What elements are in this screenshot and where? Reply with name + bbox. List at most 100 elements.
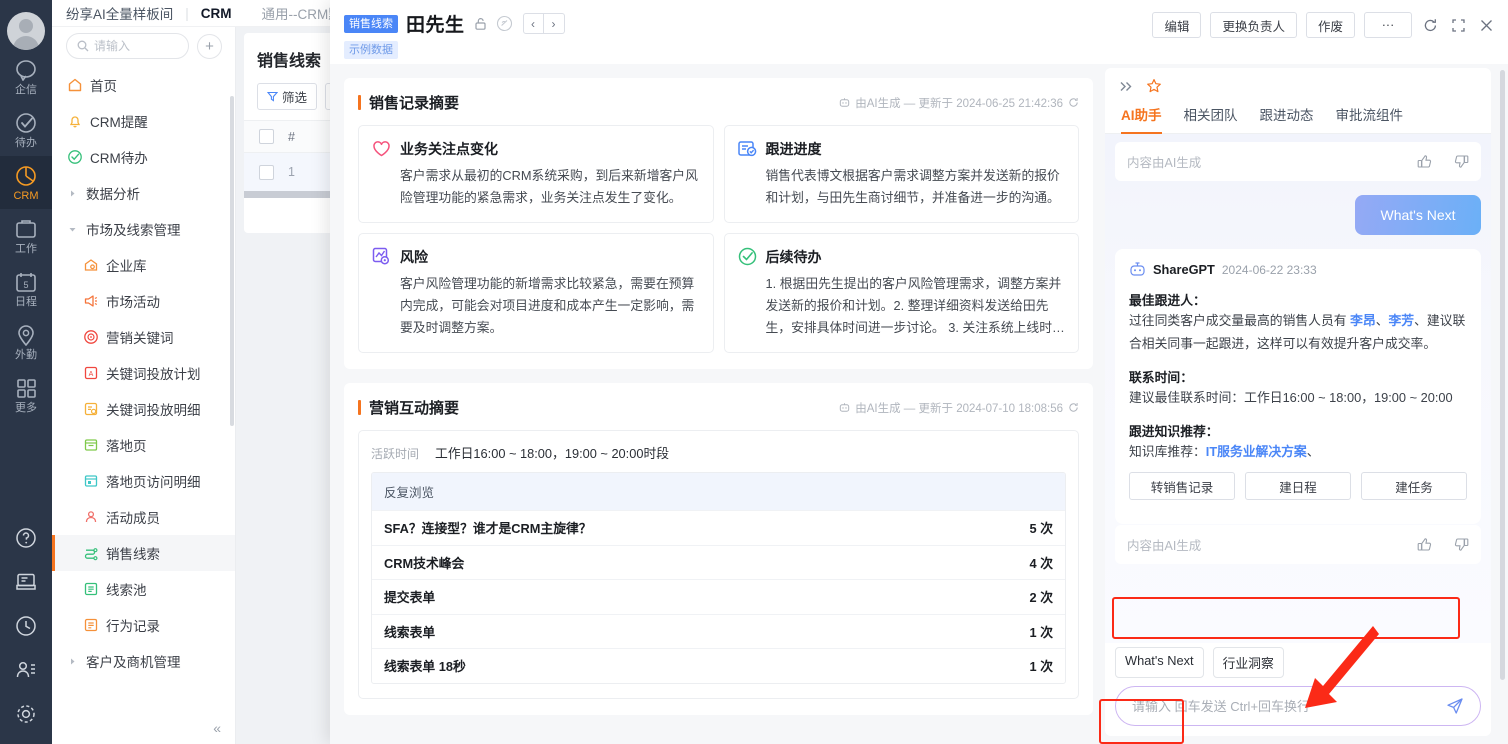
- nav-scrollbar[interactable]: [230, 96, 234, 426]
- record-nav-arrows: ‹ ›: [523, 13, 565, 34]
- rail-item-field[interactable]: 外勤: [0, 315, 52, 368]
- send-icon[interactable]: [1446, 697, 1464, 715]
- sidebar-item-crm-todo[interactable]: CRM待办: [52, 139, 235, 175]
- object-type-tag: 销售线索: [344, 15, 398, 33]
- sidebar-item-keyword-plan[interactable]: A 关键词投放计划: [52, 355, 235, 391]
- refresh-icon[interactable]: [1068, 97, 1079, 108]
- modal-title-group: 销售线索 田先生 ‹ › 示例数据: [344, 10, 565, 59]
- sidebar-item-crm-remind[interactable]: CRM提醒: [52, 103, 235, 139]
- keyword-plan-icon: A: [82, 365, 99, 382]
- crm-pie-icon: [0, 165, 52, 187]
- rail-item-more[interactable]: 更多: [0, 368, 52, 421]
- close-icon[interactable]: [1477, 18, 1496, 33]
- sample-data-tag: 示例数据: [344, 41, 398, 59]
- lead-icon: [82, 545, 99, 562]
- search-box[interactable]: [66, 33, 189, 59]
- create-task-button[interactable]: 建任务: [1361, 472, 1467, 500]
- rail-item-qixin[interactable]: 企信: [0, 50, 52, 103]
- history-icon[interactable]: [0, 604, 52, 648]
- text-suffix: 、: [1307, 444, 1320, 459]
- collapse-sidebar-button[interactable]: «: [213, 720, 221, 736]
- tab-ai-assistant[interactable]: AI助手: [1121, 104, 1162, 133]
- knowledge-link[interactable]: IT服务业解决方案: [1206, 444, 1307, 459]
- sidebar-item-home[interactable]: 首页: [52, 67, 235, 103]
- settings-icon[interactable]: [0, 692, 52, 736]
- search-input[interactable]: [94, 39, 178, 53]
- sidebar-item-label: 活动成员: [106, 507, 160, 527]
- feedback-icon[interactable]: [0, 560, 52, 604]
- avatar[interactable]: [7, 12, 45, 50]
- pin-star-icon[interactable]: [1146, 78, 1162, 94]
- rail-item-crm[interactable]: CRM: [0, 156, 52, 209]
- sidebar-item-activity-members[interactable]: 活动成员: [52, 499, 235, 535]
- sidebar-item-label: 企业库: [106, 255, 147, 275]
- select-all-checkbox[interactable]: [244, 129, 288, 144]
- ai-conversation-scroll[interactable]: 内容由AI生成 What's Next: [1105, 134, 1491, 643]
- rail-item-work[interactable]: 工作: [0, 209, 52, 262]
- tab-followup-feed[interactable]: 跟进动态: [1260, 104, 1314, 133]
- row-index: 1: [288, 165, 328, 179]
- sidebar-item-label: 市场及线索管理: [86, 219, 181, 239]
- expand-icon[interactable]: [1449, 18, 1468, 33]
- contacts-icon[interactable]: [0, 648, 52, 692]
- chip-whats-next[interactable]: What's Next: [1115, 647, 1204, 678]
- help-icon[interactable]: [0, 516, 52, 560]
- double-chevron-right-icon[interactable]: [1119, 80, 1134, 93]
- modal-right-column: AI助手 相关团队 跟进动态 审批流组件 内容由AI生成: [1105, 64, 1508, 744]
- sidebar-item-lead-pool[interactable]: 线索池: [52, 571, 235, 607]
- convert-to-sales-record-button[interactable]: 转销售记录: [1129, 472, 1235, 500]
- next-record-button[interactable]: ›: [544, 13, 565, 34]
- edit-button[interactable]: 编辑: [1152, 12, 1201, 38]
- thumbs-down-icon[interactable]: [1454, 154, 1469, 169]
- rail-item-todo[interactable]: 待办: [0, 103, 52, 156]
- thumbs-up-icon[interactable]: [1417, 154, 1432, 169]
- row-count: 4 次: [1030, 553, 1053, 572]
- unlock-icon[interactable]: [473, 16, 488, 31]
- refresh-icon[interactable]: [1068, 402, 1079, 413]
- tab-related-team[interactable]: 相关团队: [1184, 104, 1238, 133]
- filter-button[interactable]: 筛选: [257, 83, 317, 110]
- column-header-index: #: [288, 130, 328, 144]
- sidebar-item-behavior-record[interactable]: 行为记录: [52, 607, 235, 643]
- tag-icon[interactable]: [496, 15, 513, 32]
- nav-search-row: +: [52, 27, 235, 67]
- sidebar-item-data-analysis[interactable]: 数据分析: [52, 175, 235, 211]
- active-time-label: 活跃时间: [371, 445, 419, 462]
- sidebar-item-landing-page[interactable]: 落地页: [52, 427, 235, 463]
- rail-item-label: 日程: [15, 296, 37, 308]
- more-actions-button[interactable]: ···: [1364, 12, 1412, 38]
- person-link[interactable]: 李芳: [1389, 313, 1415, 328]
- rail-item-calendar[interactable]: 5 日程: [0, 262, 52, 315]
- ai-meta-text: 由AI生成 — 更新于 2024-07-10 18:08:56: [855, 400, 1063, 416]
- sidebar-item-company-lib[interactable]: 企业库: [52, 247, 235, 283]
- prev-record-button[interactable]: ‹: [523, 13, 544, 34]
- sidebar-item-market-lead-mgmt[interactable]: 市场及线索管理: [52, 211, 235, 247]
- accent-bar: [358, 95, 361, 110]
- sidebar-item-marketing-keyword[interactable]: 营销关键词: [52, 319, 235, 355]
- create-schedule-button[interactable]: 建日程: [1245, 472, 1351, 500]
- thumbs-down-icon[interactable]: [1454, 537, 1469, 552]
- tab-approval-components[interactable]: 审批流组件: [1336, 104, 1404, 133]
- sidebar-item-customer-opportunity[interactable]: 客户及商机管理: [52, 643, 235, 679]
- suggestion-chips: What's Next 行业洞察: [1105, 643, 1491, 686]
- thumbs-up-icon[interactable]: [1417, 537, 1432, 552]
- ai-message-input[interactable]: [1132, 699, 1446, 714]
- behavior-icon: [82, 617, 99, 634]
- ai-message-input-wrapper[interactable]: [1115, 686, 1481, 726]
- sidebar-item-market-activity[interactable]: 市场活动: [52, 283, 235, 319]
- sidebar-item-sales-lead[interactable]: 销售线索: [52, 535, 235, 571]
- void-button[interactable]: 作废: [1306, 12, 1355, 38]
- modal-scrollbar[interactable]: [1500, 70, 1505, 680]
- chip-industry-insight[interactable]: 行业洞察: [1213, 647, 1284, 678]
- refresh-icon[interactable]: [1421, 18, 1440, 33]
- add-button[interactable]: +: [197, 34, 222, 59]
- sidebar-item-landing-visit-detail[interactable]: 落地页访问明细: [52, 463, 235, 499]
- lead-pool-icon: [82, 581, 99, 598]
- person-link[interactable]: 李昂: [1350, 313, 1376, 328]
- sidebar-item-keyword-detail[interactable]: 关键词投放明细: [52, 391, 235, 427]
- current-app-label: CRM: [201, 6, 232, 21]
- ai-disclaimer-row-2: 内容由AI生成: [1115, 525, 1481, 564]
- change-owner-button[interactable]: 更换负责人: [1210, 12, 1297, 38]
- row-checkbox[interactable]: [244, 165, 288, 180]
- card-title: 业务关注点变化: [400, 139, 498, 159]
